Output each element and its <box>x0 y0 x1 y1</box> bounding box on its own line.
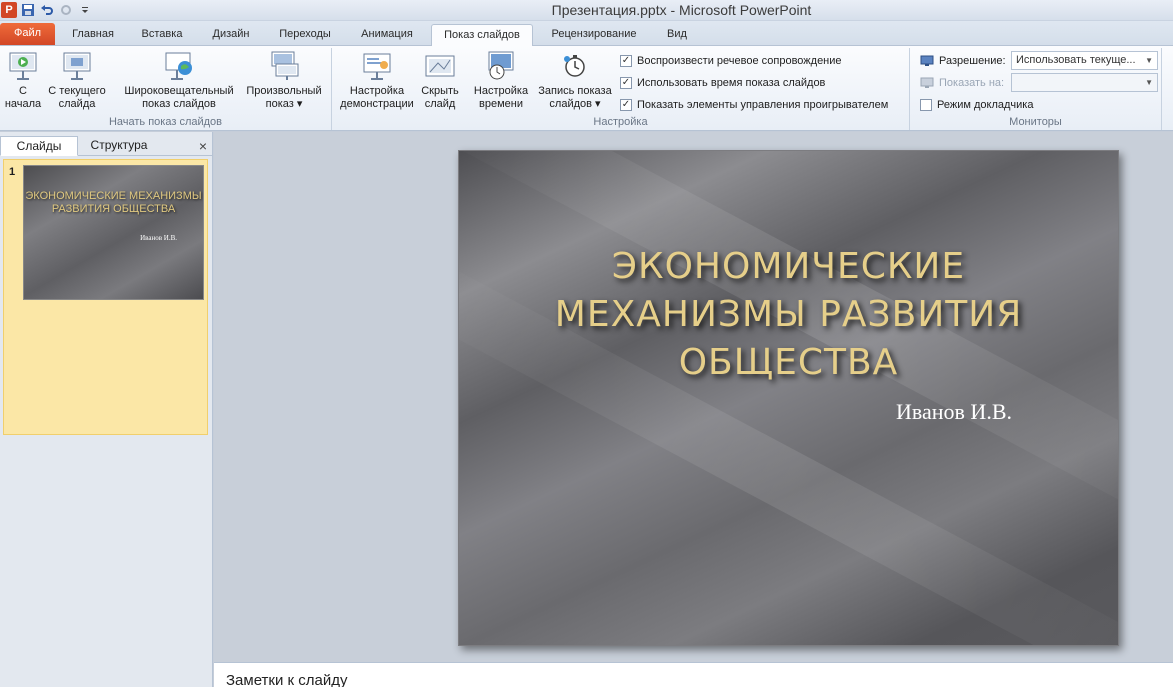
show-controls-checkbox-row[interactable]: ✓ Показать элементы управления проигрыва… <box>620 97 888 113</box>
hide-slide-button[interactable]: Скрыть слайд <box>418 50 462 111</box>
rehearse-timings-icon <box>485 50 517 82</box>
slides-pane: Слайды Структура × 1 ЭКОНОМИЧЕСКИЕ МЕХАН… <box>0 132 213 687</box>
slide-title-line: ОБЩЕСТВА <box>678 342 899 383</box>
monitor-disabled-icon <box>920 77 934 88</box>
resolution-dropdown[interactable]: Использовать текуще... ▼ <box>1011 51 1158 70</box>
setup-show-label-2: демонстрации <box>340 98 414 110</box>
slideshow-start-icon <box>7 50 39 82</box>
show-controls-label: Показать элементы управления проигрывате… <box>637 99 889 111</box>
tab-view[interactable]: Вид <box>656 24 698 46</box>
custom-show-label-1: Произвольный <box>246 85 322 97</box>
slide-number: 1 <box>9 166 16 178</box>
play-narrations-label: Воспроизвести речевое сопровождение <box>637 55 842 67</box>
broadcast-label-2: показ слайдов <box>142 98 216 110</box>
resolution-label: Разрешение: <box>939 55 1006 67</box>
setup-show-icon <box>361 50 393 82</box>
rehearse-timings-label-2: времени <box>479 98 523 110</box>
record-show-label-1: Запись показа <box>538 85 612 97</box>
slide-title[interactable]: ЭКОНОМИЧЕСКИЕ МЕХАНИЗМЫ РАЗВИТИЯ ОБЩЕСТВ… <box>499 243 1078 387</box>
presenter-view-label: Режим докладчика <box>937 99 1034 111</box>
notes-placeholder: Заметки к слайду <box>226 672 348 687</box>
ribbon-tabs: Файл Главная Вставка Дизайн Переходы Ани… <box>0 21 1173 47</box>
start-group-label: Начать показ слайдов <box>108 116 223 128</box>
thumbnail-author: Иванов И.В. <box>140 234 177 242</box>
window-title: Презентация.pptx - Microsoft PowerPoint <box>551 2 812 18</box>
tab-home[interactable]: Главная <box>62 24 124 46</box>
presenter-view-checkbox[interactable] <box>920 99 932 111</box>
slides-pane-tabs: Слайды Структура × <box>0 134 213 156</box>
start-slideshow-group: С начала С текущего слайда Широковещател… <box>0 48 332 130</box>
close-icon[interactable]: × <box>199 138 207 154</box>
from-current-label-2: слайда <box>58 98 96 110</box>
show-controls-checkbox[interactable]: ✓ <box>620 99 632 111</box>
from-current-label-1: С текущего <box>48 85 106 97</box>
chevron-down-icon: ▼ <box>1145 78 1153 87</box>
setup-group-label: Настройка <box>593 116 648 128</box>
tab-animation[interactable]: Анимация <box>348 24 426 46</box>
resolution-value: Использовать текуще... <box>1016 54 1136 66</box>
setup-show-label-1: Настройка <box>349 85 405 97</box>
title-bar: P Презентация.pptx - Microsoft PowerPoin… <box>0 0 1173 21</box>
slide-title-line: ЭКОНОМИЧЕСКИЕ <box>611 246 966 287</box>
current-slide[interactable]: ЭКОНОМИЧЕСКИЕ МЕХАНИЗМЫ РАЗВИТИЯ ОБЩЕСТВ… <box>458 150 1119 646</box>
tab-insert[interactable]: Вставка <box>130 24 194 46</box>
notes-pane[interactable]: Заметки к слайду <box>214 662 1173 687</box>
monitors-group-label: Мониторы <box>1009 116 1062 128</box>
custom-show-button[interactable]: Произвольный показ ▾ <box>240 50 328 111</box>
slideshow-current-icon <box>61 50 93 82</box>
broadcast-icon <box>163 50 195 82</box>
use-timings-checkbox-row[interactable]: ✓ Использовать время показа слайдов <box>620 75 825 91</box>
broadcast-label-1: Широковещательный <box>124 85 234 97</box>
setup-group: Настройка демонстрации Скрыть слайд Наст… <box>332 48 910 130</box>
tab-review[interactable]: Рецензирование <box>538 24 650 46</box>
slide-thumbnail-item[interactable]: 1 ЭКОНОМИЧЕСКИЕ МЕХАНИЗМЫ РАЗВИТИЯ ОБЩЕС… <box>3 159 208 435</box>
from-beginning-label-2: начала <box>4 98 42 110</box>
record-show-label-2: слайдов ▾ <box>549 98 601 110</box>
tab-transitions[interactable]: Переходы <box>268 24 342 46</box>
show-on-dropdown[interactable]: ▼ <box>1011 73 1158 92</box>
tab-slides[interactable]: Слайды <box>0 136 78 156</box>
tab-file[interactable]: Файл <box>0 23 55 45</box>
slide-title-line: МЕХАНИЗМЫ РАЗВИТИЯ <box>554 294 1023 335</box>
broadcast-button[interactable]: Широковещательный показ слайдов <box>116 50 242 111</box>
hide-slide-icon <box>424 50 456 82</box>
slide-subtitle[interactable]: Иванов И.В. <box>896 399 1012 425</box>
record-show-button[interactable]: Запись показа слайдов ▾ <box>534 50 616 111</box>
slide-thumbnail[interactable]: ЭКОНОМИЧЕСКИЕ МЕХАНИЗМЫ РАЗВИТИЯ ОБЩЕСТВ… <box>23 165 204 300</box>
monitors-group: Разрешение: Использовать текуще... ▼ Пок… <box>910 48 1162 130</box>
custom-show-label-2: показ ▾ <box>265 98 303 110</box>
from-beginning-label-1: С <box>19 85 27 97</box>
hide-slide-label-2: слайд <box>424 98 456 110</box>
use-timings-checkbox[interactable]: ✓ <box>620 77 632 89</box>
ribbon: С начала С текущего слайда Широковещател… <box>0 46 1173 131</box>
resolution-row: Разрешение: <box>920 53 1006 69</box>
record-show-icon <box>559 50 591 82</box>
hide-slide-label-1: Скрыть <box>421 85 459 97</box>
from-beginning-button[interactable]: С начала <box>2 50 44 111</box>
tab-outline[interactable]: Структура <box>80 136 158 156</box>
chevron-down-icon: ▼ <box>1145 56 1153 65</box>
from-current-button[interactable]: С текущего слайда <box>46 50 108 111</box>
use-timings-label: Использовать время показа слайдов <box>637 77 826 89</box>
tab-slideshow[interactable]: Показ слайдов <box>431 24 533 47</box>
custom-show-icon <box>268 50 300 82</box>
rehearse-timings-label-1: Настройка <box>473 85 529 97</box>
tab-design[interactable]: Дизайн <box>200 24 262 46</box>
play-narrations-checkbox[interactable]: ✓ <box>620 55 632 67</box>
presenter-view-row[interactable]: Режим докладчика <box>920 97 1033 113</box>
slide-editing-area: ЭКОНОМИЧЕСКИЕ МЕХАНИЗМЫ РАЗВИТИЯ ОБЩЕСТВ… <box>214 132 1173 662</box>
play-narrations-checkbox-row[interactable]: ✓ Воспроизвести речевое сопровождение <box>620 53 842 69</box>
setup-show-button[interactable]: Настройка демонстрации <box>336 50 418 111</box>
thumbnail-title: ЭКОНОМИЧЕСКИЕ МЕХАНИЗМЫ РАЗВИТИЯ ОБЩЕСТВ… <box>25 190 202 215</box>
show-on-label: Показать на: <box>939 77 1005 89</box>
rehearse-timings-button[interactable]: Настройка времени <box>470 50 532 111</box>
monitor-icon <box>920 55 934 66</box>
show-on-row: Показать на: <box>920 75 1004 91</box>
